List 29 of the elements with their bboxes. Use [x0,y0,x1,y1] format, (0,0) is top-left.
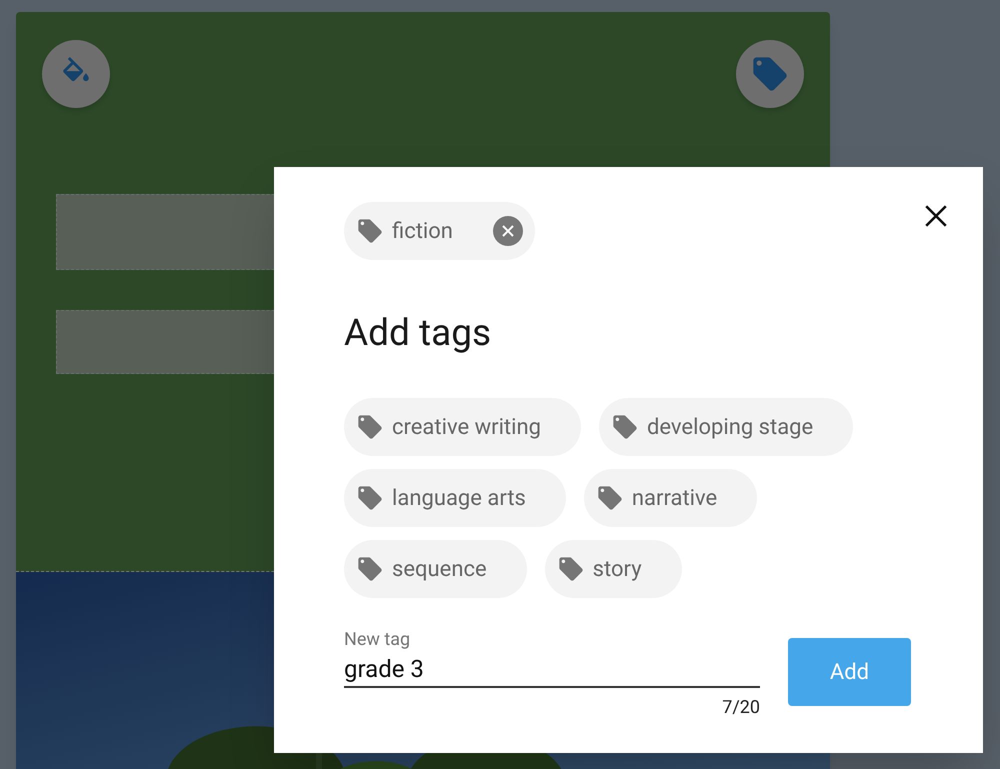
new-tag-field[interactable]: grade 3 [344,652,760,688]
tag-icon [356,413,384,441]
tag-chip[interactable]: developing stage [598,398,854,456]
tag-label: language arts [392,484,526,512]
close-icon [923,203,949,229]
field-label: New tag [344,628,412,652]
tag-label: sequence [392,556,487,584]
tag-label: story [592,556,642,584]
tag-chip[interactable]: sequence [344,540,527,598]
tag-icon [356,484,384,512]
tag-label: narrative [632,484,718,512]
tag-icon [356,217,384,245]
tag-chip[interactable]: language arts [344,469,566,527]
tag-label: developing stage [646,414,814,442]
remove-tag-button[interactable] [492,216,523,246]
tag-icon [356,555,384,583]
tag-chip[interactable]: creative writing [344,398,581,456]
character-counter: 7/20 [722,696,760,720]
tag-icon [610,413,639,441]
dialog-title: Add tags [344,311,492,357]
tag-chip[interactable]: narrative [584,469,758,527]
tag-icon [556,555,585,583]
tag-icon [596,484,624,512]
applied-tag-chip[interactable]: fiction [344,202,535,260]
tag-label: creative writing [392,414,541,442]
add-button[interactable]: Add [788,638,911,706]
tag-label: fiction [392,218,453,246]
tag-chip[interactable]: story [544,540,682,598]
close-icon [500,224,515,238]
